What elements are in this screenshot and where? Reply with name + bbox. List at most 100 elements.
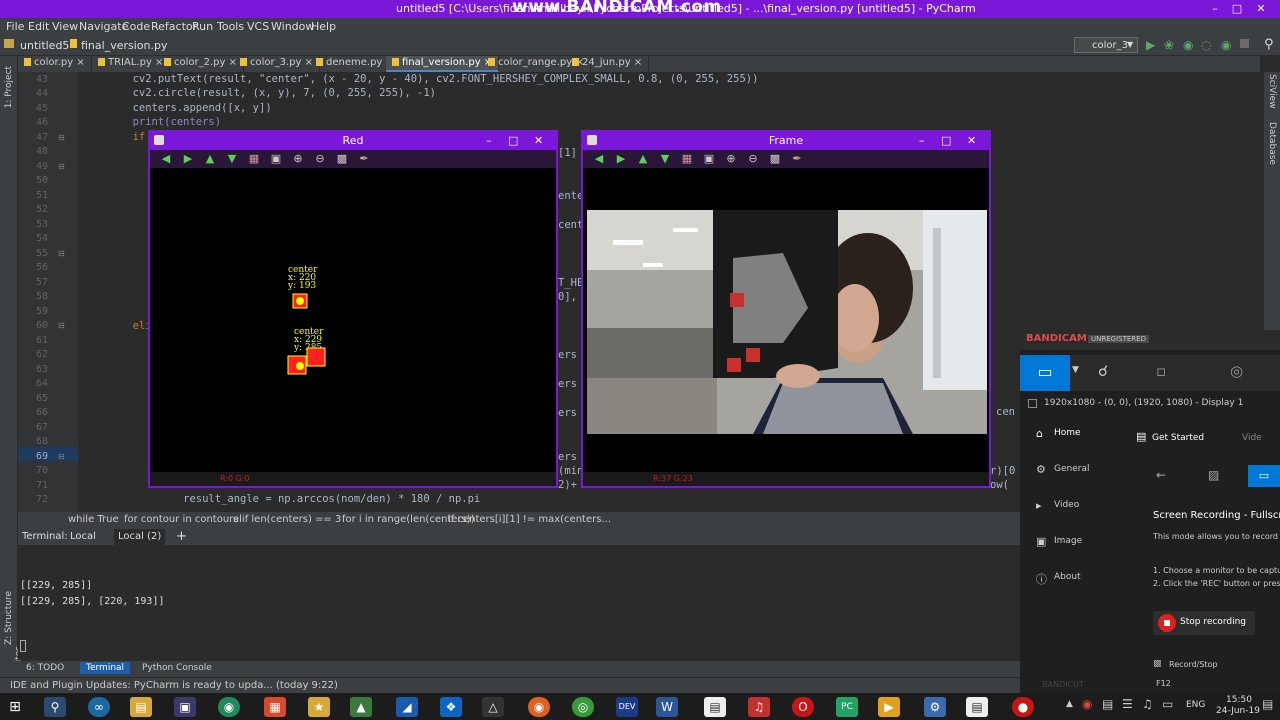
gamepad-icon[interactable]: ☌ (1098, 362, 1108, 380)
fold-icon[interactable]: ⊟ (58, 133, 65, 142)
arrow-up-icon[interactable]: ▲ (204, 153, 216, 164)
menu-code[interactable]: Code (122, 20, 150, 33)
zoom-fit-icon[interactable]: ▣ (270, 153, 282, 164)
maximize-icon[interactable]: □ (1226, 0, 1248, 18)
wifi-icon[interactable]: ☰ (1122, 697, 1133, 711)
menu-edit[interactable]: Edit (28, 20, 49, 33)
python-console-tool-tab[interactable]: Python Console (142, 663, 212, 673)
zoom-fit-icon[interactable]: ▣ (703, 153, 715, 164)
sciview-tool-tab[interactable]: SciView (1267, 74, 1277, 109)
display-checkbox[interactable] (1028, 399, 1037, 408)
database-tool-tab[interactable]: Database (1267, 122, 1277, 165)
pan-icon[interactable]: ▦ (248, 153, 260, 164)
zoom-out-icon[interactable]: ⊖ (314, 153, 326, 164)
settings-icon[interactable]: ⚙ (924, 697, 946, 717)
fold-icon[interactable]: ⊟ (58, 321, 65, 330)
terminal-output[interactable]: [[229, 285]] [[229, 285], [220, 193]] (18, 546, 1020, 660)
nav-image[interactable]: Image (1054, 536, 1082, 546)
zoom-in-icon[interactable]: ⊕ (725, 153, 737, 164)
zoom-in-icon[interactable]: ⊕ (292, 153, 304, 164)
project-tool-tab[interactable]: 1: Project (4, 66, 14, 108)
nav-file[interactable]: final_version.py (81, 39, 167, 52)
breadcrumb-item[interactable]: for contour in contours (124, 514, 239, 525)
arrow-down-icon[interactable]: ▼ (659, 153, 671, 164)
webcam-icon[interactable]: ◎ (1230, 362, 1243, 380)
tab-color-3-py[interactable]: color_3.py × (234, 56, 320, 72)
app-icon[interactable]: △ (482, 697, 504, 717)
menu-navigate[interactable]: Navigate (79, 20, 128, 33)
add-terminal-button[interactable]: + (176, 529, 187, 544)
menu-vcs[interactable]: VCS (247, 20, 269, 33)
arduino-icon[interactable]: ∞ (88, 697, 110, 717)
breadcrumb-item[interactable]: elif len(centers) == 3 (233, 514, 341, 525)
properties-icon[interactable]: ✒ (358, 153, 370, 164)
arrow-down-icon[interactable]: ▼ (226, 153, 238, 164)
app-icon[interactable]: ♫ (748, 697, 770, 717)
maximize-icon[interactable]: □ (508, 132, 518, 149)
dev-app-icon[interactable]: DEV (616, 697, 638, 717)
opera-icon[interactable]: O (792, 697, 814, 717)
nav-general[interactable]: General (1054, 464, 1089, 474)
office-icon[interactable]: ▦ (264, 697, 286, 717)
search-everywhere-icon[interactable]: ⚲ (1264, 37, 1274, 52)
arrow-right-icon[interactable]: ▶ (615, 153, 627, 164)
terminal-tool-tab[interactable]: Terminal (80, 662, 131, 674)
file-icon[interactable]: ▤ (704, 697, 726, 717)
bandicam-panel[interactable]: BANDICAM UNREGISTERED ▭ ▼ ☌ ▫ ◎ 1920x108… (1020, 330, 1280, 693)
fold-icon[interactable]: ⊟ (58, 452, 65, 461)
run-icon[interactable]: ▶ (1146, 38, 1155, 52)
breadcrumb-item[interactable]: while True (68, 514, 119, 525)
chevron-down-icon[interactable]: ▼ (1072, 365, 1079, 375)
file-explorer-icon[interactable]: ▤ (130, 697, 152, 717)
status-message[interactable]: IDE and Plugin Updates: PyCharm is ready… (10, 680, 338, 691)
zoom-out-icon[interactable]: ⊖ (747, 153, 759, 164)
minimize-icon[interactable]: – (919, 132, 925, 149)
pycharm-icon[interactable]: PC (836, 697, 858, 717)
arrow-up-icon[interactable]: ▲ (637, 153, 649, 164)
breadcrumb-item[interactable]: if centers[i][1] != max(centers... (448, 514, 611, 525)
stop-icon[interactable] (1240, 39, 1249, 48)
arrow-right-icon[interactable]: ▶ (182, 153, 194, 164)
fullscreen-mode-icon[interactable]: ▭ (1248, 465, 1280, 487)
frame-window-title-bar[interactable]: Frame – □ ✕ (583, 132, 989, 150)
save-icon[interactable]: ▩ (769, 153, 781, 164)
video-tab[interactable]: Vide (1242, 433, 1262, 443)
app-icon[interactable]: ▲ (350, 697, 372, 717)
menu-refactor[interactable]: Refactor (151, 20, 197, 33)
nav-about[interactable]: About (1054, 572, 1081, 582)
debug-icon[interactable]: ❀ (1164, 38, 1174, 52)
battery-icon[interactable]: ▭ (1162, 697, 1173, 711)
fold-icon[interactable]: ⊟ (58, 249, 65, 258)
firefox-icon[interactable]: ◉ (528, 697, 550, 717)
menu-tools[interactable]: Tools (217, 20, 244, 33)
arrow-left-icon[interactable]: ← (1156, 468, 1166, 482)
clock-date[interactable]: 24-Jun-19 (1216, 706, 1260, 716)
windows-start-icon[interactable]: ⊞ (4, 697, 26, 717)
menu-run[interactable]: Run (192, 20, 213, 33)
terminal-tab-local-2[interactable]: Local (2) (114, 529, 166, 545)
menu-file[interactable]: File (6, 20, 24, 33)
menu-help[interactable]: Help (311, 20, 336, 33)
profile-icon[interactable]: ◌ (1201, 38, 1211, 52)
maximize-icon[interactable]: □ (941, 132, 951, 149)
tray-chevron-icon[interactable]: ▲ (1066, 699, 1073, 709)
pan-icon[interactable]: ▦ (681, 153, 693, 164)
search-icon[interactable]: ⚲ (44, 697, 66, 717)
bandicut-footer[interactable]: BANDICUT (1042, 680, 1084, 689)
terminal-tab-local[interactable]: Local (70, 531, 96, 542)
close-icon[interactable]: ✕ (1250, 0, 1272, 18)
nav-home[interactable]: Home (1054, 428, 1081, 438)
properties-icon[interactable]: ✒ (791, 153, 803, 164)
dropbox-icon[interactable]: ❖ (440, 697, 462, 717)
menu-view[interactable]: View (52, 20, 78, 33)
clock-time[interactable]: 15:50 (1226, 695, 1252, 705)
tab-color-2-py[interactable]: color_2.py × (158, 56, 244, 72)
coverage-icon[interactable]: ◉ (1183, 38, 1193, 52)
run-config-select[interactable]: color_3 ▼ (1074, 37, 1138, 53)
red-mask-window[interactable]: Red – □ ✕ ◀ ▶ ▲ ▼ ▦ ▣ ⊕ ⊖ ▩ ✒ center x: … (148, 130, 558, 488)
camera-frame-window[interactable]: Frame – □ ✕ ◀ ▶ ▲ ▼ ▦ ▣ ⊕ ⊖ ▩ ✒ R:37 G:2… (581, 130, 991, 488)
language-indicator[interactable]: ENG (1186, 700, 1205, 710)
arrow-left-icon[interactable]: ◀ (593, 153, 605, 164)
menu-window[interactable]: Window (271, 20, 314, 33)
bandicam-icon[interactable]: ● (1012, 697, 1034, 717)
